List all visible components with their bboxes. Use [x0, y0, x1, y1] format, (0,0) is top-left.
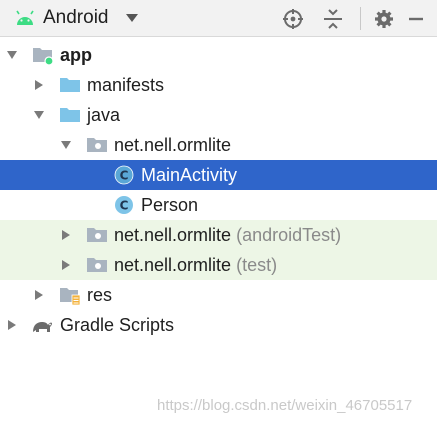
watermark: https://blog.csdn.net/weixin_46705517 — [157, 397, 413, 414]
settings-button[interactable] — [371, 6, 397, 32]
tree-item-label: manifests — [87, 75, 165, 95]
source-set-suffix: (test) — [236, 255, 278, 275]
class-icon: C — [114, 165, 134, 185]
tree-item-label: net.nell.ormlite (androidTest) — [114, 224, 341, 246]
class-icon: C — [115, 196, 133, 214]
toolbar-divider — [360, 7, 361, 30]
chevron-right-icon[interactable] — [33, 289, 45, 301]
package-name: net.nell.ormlite — [114, 225, 232, 245]
folder-icon — [60, 108, 80, 122]
chevron-right-icon[interactable] — [60, 259, 72, 271]
tree-item-label: java — [87, 105, 121, 125]
chevron-down-icon[interactable] — [33, 109, 45, 121]
tree-item-mainactivity[interactable]: C MainActivity — [0, 160, 437, 190]
tree-item-package[interactable]: net.nell.ormlite — [0, 130, 437, 160]
collapse-all-button[interactable] — [320, 6, 346, 32]
tree-item-label: app — [60, 45, 93, 65]
tree-item-manifests[interactable]: manifests — [0, 70, 437, 100]
folder-icon — [60, 78, 80, 92]
tree-item-label: MainActivity — [141, 165, 238, 185]
chevron-right-icon[interactable] — [60, 229, 72, 241]
resource-folder-icon — [60, 288, 81, 306]
chevron-down-icon[interactable] — [6, 49, 18, 61]
project-view-selector[interactable]: Android — [43, 7, 109, 29]
tree-item-label: Person — [141, 195, 199, 215]
tree-item-label: net.nell.ormlite (test) — [114, 254, 277, 276]
tree-item-label: net.nell.ormlite — [114, 135, 232, 155]
chevron-right-icon[interactable] — [33, 79, 45, 91]
crosshair-icon — [283, 9, 303, 29]
tree-item-res[interactable]: res — [0, 280, 437, 310]
tree-item-package-test[interactable]: net.nell.ormlite (test) — [0, 250, 437, 280]
tree-item-gradle-scripts[interactable]: Gradle Scripts — [0, 310, 437, 340]
package-icon — [87, 228, 107, 242]
tree-item-person[interactable]: C Person — [0, 190, 437, 220]
gradle-icon — [33, 322, 52, 332]
package-icon — [87, 258, 107, 272]
locate-file-button[interactable] — [280, 6, 306, 32]
svg-text:C: C — [120, 199, 129, 213]
module-folder-icon — [33, 48, 54, 66]
package-icon — [87, 138, 107, 152]
source-set-suffix: (androidTest) — [236, 225, 342, 245]
collapse-all-icon — [324, 9, 342, 29]
chevron-right-icon[interactable] — [6, 319, 18, 331]
package-name: net.nell.ormlite — [114, 255, 232, 275]
tree-item-java[interactable]: java — [0, 100, 437, 130]
chevron-down-icon[interactable] — [125, 13, 139, 23]
hide-panel-button[interactable] — [403, 6, 429, 32]
tree-item-package-androidtest[interactable]: net.nell.ormlite (androidTest) — [0, 220, 437, 250]
android-icon — [16, 10, 34, 25]
tree-item-app[interactable]: app — [0, 40, 437, 70]
svg-text:C: C — [120, 169, 129, 183]
gear-icon — [375, 10, 393, 28]
chevron-down-icon[interactable] — [60, 139, 72, 151]
project-toolbar: Android — [0, 0, 437, 37]
minimize-icon — [409, 17, 423, 21]
tree-item-label: Gradle Scripts — [60, 315, 175, 335]
tree-item-label: res — [87, 285, 113, 305]
